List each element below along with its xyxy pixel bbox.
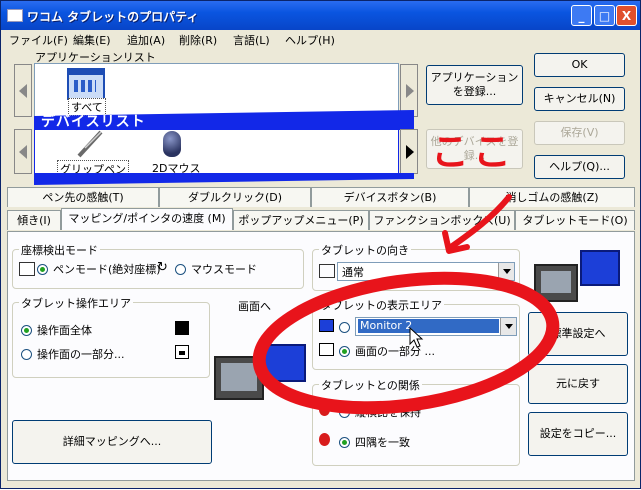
screen-label: 画面へ (238, 300, 271, 313)
orientation-monitor-gray (534, 264, 578, 302)
primary-monitor-image (214, 356, 264, 400)
coord-mode-title: 座標検出モード (19, 242, 100, 258)
monitor-icon (319, 319, 334, 332)
mouse-mode-radio[interactable] (175, 262, 186, 275)
window-title: ワコム タブレットのプロパティ (27, 10, 199, 24)
tab-pen-feel[interactable]: ペン先の感触(T) (7, 187, 159, 207)
part-area-radio[interactable] (21, 347, 32, 360)
tab-tilt[interactable]: 傾き(I) (7, 210, 61, 230)
pen-mode-icon (19, 262, 35, 276)
menu-bar: ファイル(F) 編集(E) 追加(A) 削除(R) 言語(L) ヘルプ(H) (1, 30, 640, 48)
display-area-title: タブレットの表示エリア (319, 297, 444, 313)
relation-group: タブレットとの関係 縦横比を保持 四隅を一致 (312, 377, 520, 466)
window-icon (7, 9, 23, 22)
menu-delete[interactable]: 削除(R) (179, 32, 217, 48)
tab-tablet-mode[interactable]: タブレットモード(O) (515, 210, 635, 230)
mouse-mode-label[interactable]: マウスモード (191, 261, 257, 277)
grip-pen-icon[interactable] (75, 130, 105, 160)
full-area-label[interactable]: 操作面全体 (37, 322, 92, 338)
monitor-value: Monitor 2 (358, 319, 499, 333)
part-area-icon (175, 345, 189, 359)
menu-help[interactable]: ヘルプ(H) (285, 32, 335, 48)
device-list-panel: グリップペン 2Dマウス (34, 129, 399, 178)
tab-eraser-feel[interactable]: 消しゴムの感触(Z) (469, 187, 635, 207)
maximize-button[interactable]: □ (594, 5, 615, 26)
tab-popup-menu[interactable]: ポップアップメニュー(P) (233, 210, 369, 230)
tab-device-buttons[interactable]: デバイスボタン(B) (311, 187, 469, 207)
tab-double-click[interactable]: ダブルクリック(D) (159, 187, 311, 207)
orientation-monitor-blue (580, 250, 620, 286)
ok-button[interactable]: OK (534, 53, 625, 77)
coord-mode-group: 座標検出モード ペンモード(絶対座標) ↻ マウスモード (12, 242, 304, 289)
screen-part-icon (319, 343, 334, 356)
mouse-mode-icon: ↻ (157, 260, 168, 275)
monitor-radio[interactable] (339, 320, 350, 333)
orientation-title: タブレットの向き (319, 242, 411, 258)
keep-ratio-label[interactable]: 縦横比を保持 (355, 404, 421, 420)
properties-window: ワコム タブレットのプロパティ _ □ X ファイル(F) 編集(E) 追加(A… (0, 0, 641, 489)
pen-mode-label[interactable]: ペンモード(絶対座標) (53, 261, 161, 277)
part-area-label[interactable]: 操作面の一部分... (37, 346, 125, 362)
tablet-area-group: タブレット操作エリア 操作面全体 操作面の一部分... (12, 295, 210, 378)
help-button[interactable]: ヘルプ(Q)... (534, 155, 625, 179)
screen-part-radio[interactable] (339, 344, 350, 357)
monitor-select[interactable]: Monitor 2 (355, 317, 517, 336)
all-apps-icon[interactable] (67, 68, 105, 100)
menu-file[interactable]: ファイル(F) (9, 32, 68, 48)
device-list-banner-bottom (34, 173, 414, 185)
full-area-icon (175, 321, 189, 335)
mouse-icon[interactable] (163, 131, 181, 157)
keep-ratio-radio[interactable] (339, 405, 350, 418)
corners-icon (319, 433, 330, 446)
menu-language[interactable]: 言語(L) (233, 32, 270, 48)
chevron-down-icon[interactable] (500, 318, 516, 335)
cancel-button[interactable]: キャンセル(N) (534, 87, 625, 111)
app-scroll-left[interactable] (14, 64, 32, 117)
relation-title: タブレットとの関係 (319, 377, 422, 393)
register-app-button[interactable]: アプリケーションを登録... (426, 65, 523, 105)
menu-edit[interactable]: 編集(E) (73, 32, 111, 48)
device-scroll-left[interactable] (14, 129, 32, 174)
orientation-group: タブレットの向き 通常 (312, 242, 520, 291)
orientation-value: 通常 (342, 266, 364, 279)
title-bar[interactable]: ワコム タブレットのプロパティ _ □ X (1, 1, 640, 30)
orientation-select[interactable]: 通常 (337, 262, 515, 281)
minimize-button[interactable]: _ (571, 5, 592, 26)
corners-radio[interactable] (339, 435, 350, 448)
tab-mapping[interactable]: マッピング/ポインタの速度 (M) (61, 208, 233, 230)
device-list-label: デバイスリスト (41, 114, 146, 130)
copy-settings-button[interactable]: 設定をコピー... (528, 412, 628, 456)
restore-button[interactable]: 元に戻す (528, 364, 628, 404)
menu-add[interactable]: 追加(A) (127, 32, 165, 48)
full-area-radio[interactable] (21, 323, 32, 336)
close-button[interactable]: X (616, 5, 637, 26)
standard-settings-button[interactable]: 標準設定へ (528, 312, 628, 356)
device-scroll-right[interactable] (400, 129, 418, 174)
corners-label[interactable]: 四隅を一致 (355, 434, 410, 450)
keep-ratio-icon (319, 403, 330, 416)
pen-mode-radio[interactable] (37, 262, 48, 275)
mouse-cursor-icon (409, 327, 424, 348)
tab-function-box[interactable]: ファンクションボックス(U) (369, 210, 515, 230)
orientation-icon (319, 264, 335, 278)
tablet-area-title: タブレット操作エリア (19, 295, 133, 311)
annotation-text: ここ (431, 130, 516, 174)
chevron-down-icon[interactable] (498, 263, 514, 280)
detail-mapping-button[interactable]: 詳細マッピングへ... (12, 420, 212, 464)
mapping-tab-content: 座標検出モード ペンモード(絶対座標) ↻ マウスモード タブレット操作エリア … (7, 231, 635, 481)
save-button[interactable]: 保存(V) (534, 121, 625, 145)
secondary-monitor-image (260, 344, 306, 382)
